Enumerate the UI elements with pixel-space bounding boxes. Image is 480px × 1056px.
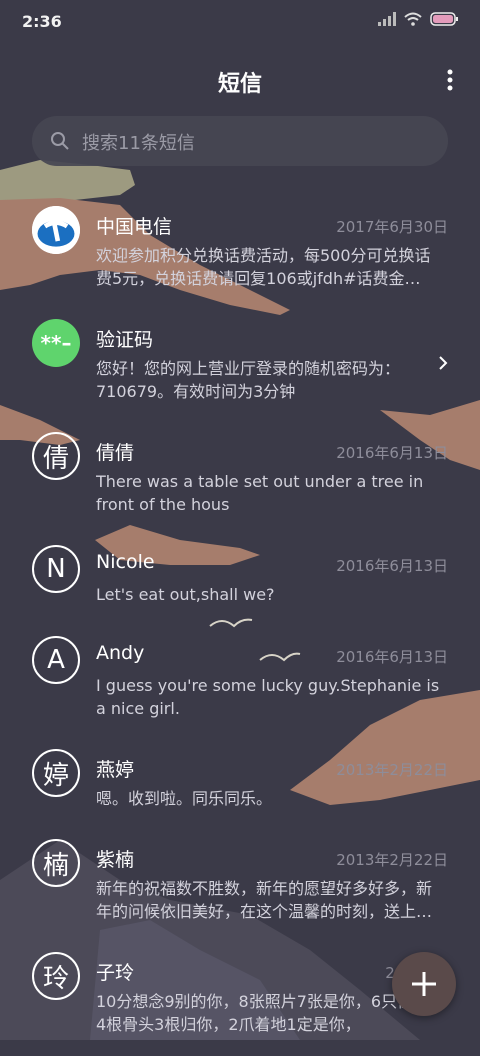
contact-name: Nicole (96, 551, 155, 573)
message-preview: 新年的祝福数不胜数，新年的愿望好多好多，新年的问候依旧美好，在这个温馨的时刻，送… (96, 879, 433, 921)
app-header: 短信 (0, 56, 480, 104)
page-title: 短信 (217, 72, 262, 97)
avatar: N (32, 545, 80, 593)
battery-icon (430, 12, 458, 26)
avatar: 楠 (32, 839, 80, 887)
chevron-right-icon (439, 356, 448, 370)
message-preview: Let's eat out,shall we? (96, 585, 275, 604)
search-bar[interactable]: 搜索11条短信 (32, 116, 448, 166)
status-bar: 2:36 (0, 0, 480, 44)
contact-name: 子玲 (96, 962, 135, 984)
contact-name: 中国电信 (96, 216, 173, 238)
message-preview: 嗯。收到啦。同乐同乐。 (96, 789, 273, 808)
message-preview: 10分想念9别的你，8张照片7张是你，6只像你，4根骨头3根归你，2爪着地1定是… (96, 992, 446, 1034)
avatar: **– (32, 319, 80, 367)
conversation-item[interactable]: A Andy 2016年6月13日 I guess you're some lu… (0, 630, 480, 740)
message-preview: I guess you're some lucky guy.Stephanie … (96, 676, 440, 718)
avatar: 玲 (32, 952, 80, 1000)
message-preview: 您好！您的网上营业厅登录的随机密码为：710679。有效时间为3分钟 (96, 359, 401, 401)
signal-icon (378, 12, 396, 26)
conversation-item[interactable]: 楠 紫楠 2013年2月22日 新年的祝福数不胜数，新年的愿望好多好多，新年的问… (0, 833, 480, 943)
contact-name: 紫楠 (96, 849, 135, 871)
message-date: 2016年6月13日 (336, 444, 448, 462)
message-date: 2013年2月22日 (336, 761, 448, 779)
message-preview: 欢迎参加积分兑换话费活动，每500分可兑换话费5元，兑换话费请回复106或jfd… (96, 246, 431, 288)
plus-icon (412, 972, 436, 996)
telecom-logo-icon (32, 206, 80, 254)
message-date: 2016年6月13日 (336, 557, 448, 575)
contact-name: Andy (96, 642, 145, 664)
avatar: 婷 (32, 749, 80, 797)
contact-name: 倩倩 (96, 442, 135, 464)
status-time: 2:36 (22, 12, 62, 31)
conversation-item[interactable]: **– 验证码 您好！您的网上营业厅登录的随机密码为：710679。有效时间为3… (0, 313, 480, 423)
message-date: 2017年6月30日 (336, 218, 448, 236)
message-preview: There was a table set out under a tree i… (96, 472, 424, 514)
message-date: 2013年2月22日 (336, 851, 448, 869)
contact-name: 燕婷 (96, 759, 135, 781)
search-icon (51, 132, 69, 150)
message-date: 2016年6月13日 (336, 648, 448, 666)
conversation-item[interactable]: 倩 倩倩 2016年6月13日 There was a table set ou… (0, 426, 480, 536)
avatar: 倩 (32, 432, 80, 480)
search-placeholder: 搜索11条短信 (82, 133, 195, 154)
avatar (32, 206, 80, 254)
contact-name: 验证码 (96, 329, 154, 351)
conversation-item[interactable]: 中国电信 2017年6月30日 欢迎参加积分兑换话费活动，每500分可兑换话费5… (0, 200, 480, 310)
avatar: A (32, 636, 80, 684)
more-vert-icon[interactable] (446, 68, 454, 92)
new-message-button[interactable] (392, 952, 456, 1016)
wifi-icon (404, 12, 422, 26)
